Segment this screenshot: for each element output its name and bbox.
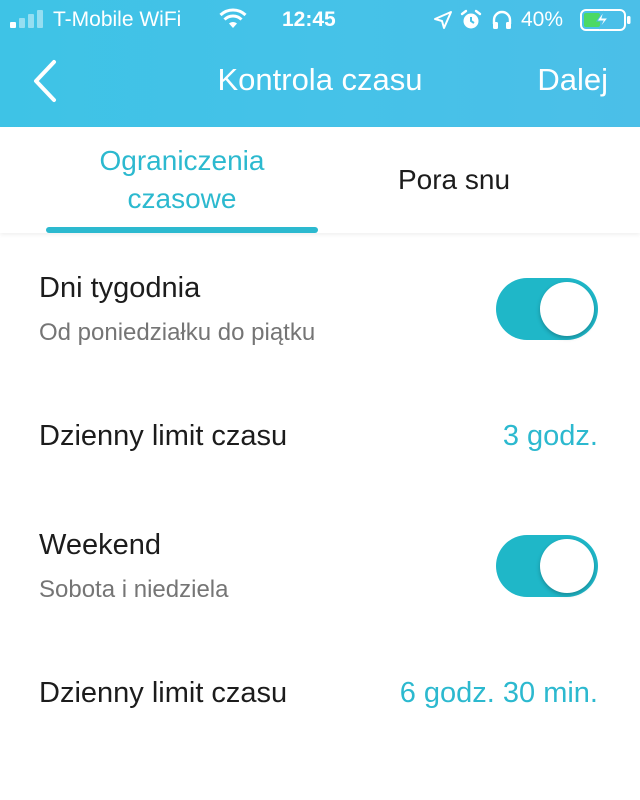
wifi-icon xyxy=(219,8,247,28)
chevron-left-icon xyxy=(34,60,56,102)
toggle-knob xyxy=(540,282,594,336)
tab-label-line-1: Ograniczenia xyxy=(99,145,265,176)
weekdays-row: Dni tygodnia Od poniedziałku do piątku xyxy=(0,270,640,350)
cellular-signal-icon xyxy=(10,10,48,28)
weekdays-subtitle: Od poniedziałku do piątku xyxy=(39,319,316,346)
tab-time-limits[interactable]: Ograniczenia czasowe xyxy=(46,127,318,233)
status-bar: T-Mobile WiFi 12:45 40% xyxy=(0,0,640,40)
weekend-row: Weekend Sobota i niedziela xyxy=(0,527,640,607)
headphones-icon xyxy=(492,10,512,29)
carrier-name: T-Mobile WiFi xyxy=(53,8,182,31)
weekday-limit-row[interactable]: Dzienny limit czasu 3 godz. xyxy=(0,420,640,460)
back-button[interactable] xyxy=(26,56,66,106)
alarm-icon xyxy=(460,9,482,29)
weekend-limit-value[interactable]: 6 godz. 30 min. xyxy=(400,677,598,710)
weekend-title: Weekend xyxy=(39,529,161,561)
tab-label-line-2: czasowe xyxy=(127,183,237,214)
clock: 12:45 xyxy=(282,8,336,31)
weekend-subtitle: Sobota i niedziela xyxy=(39,576,229,603)
toggle-knob xyxy=(540,539,594,593)
weekday-limit-value[interactable]: 3 godz. xyxy=(503,420,598,453)
battery-icon xyxy=(580,9,631,31)
weekend-limit-row[interactable]: Dzienny limit czasu 6 godz. 30 min. xyxy=(0,677,640,717)
tab-bedtime[interactable]: Pora snu xyxy=(318,127,590,233)
active-tab-indicator xyxy=(46,227,318,233)
location-arrow-icon xyxy=(434,11,452,29)
weekend-limit-label: Dzienny limit czasu xyxy=(39,677,288,709)
header: T-Mobile WiFi 12:45 40% Kontrola czasu D… xyxy=(0,0,640,127)
weekdays-toggle[interactable] xyxy=(496,278,598,340)
weekdays-title: Dni tygodnia xyxy=(39,272,201,304)
tab-bar: Ograniczenia czasowe Pora snu xyxy=(0,127,640,233)
battery-percent: 40% xyxy=(521,8,564,31)
weekday-limit-label: Dzienny limit czasu xyxy=(39,420,288,452)
next-button[interactable]: Dalej xyxy=(537,62,608,98)
weekend-toggle[interactable] xyxy=(496,535,598,597)
